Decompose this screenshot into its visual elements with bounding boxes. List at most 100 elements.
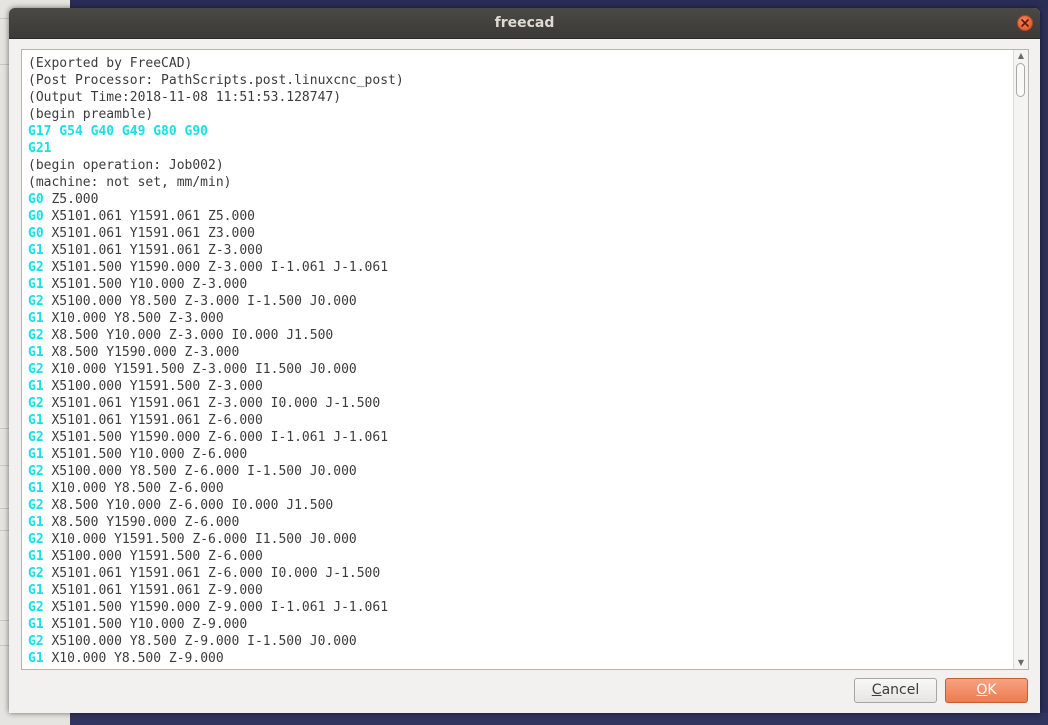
gcode-command: G2 [28,634,44,649]
gcode-command: G2 [28,294,44,309]
gcode-params: X8.500 Y1590.000 Z-3.000 [43,345,240,360]
gcode-command: G2 [28,464,44,479]
code-line: G1 X5101.061 Y1591.061 Z-3.000 [28,242,1013,259]
code-line: G2 X8.500 Y10.000 Z-6.000 I0.000 J1.500 [28,497,1013,514]
gcode-params: (begin operation: Job002) [28,158,224,173]
gcode-params: X5100.000 Y8.500 Z-6.000 I-1.500 J0.000 [43,464,357,479]
gcode-command: G0 [28,209,44,224]
code-line: (begin preamble) [28,106,1013,123]
gcode-params: X10.000 Y8.500 Z-9.000 [43,651,224,666]
close-icon [1021,19,1029,27]
gcode-command: G2 [28,362,44,377]
gcode-params: X5101.500 Y10.000 Z-9.000 [43,617,248,632]
desktop-background-bottom [70,713,1048,725]
gcode-command: G2 [28,498,44,513]
gcode-params: X8.500 Y10.000 Z-3.000 I0.000 J1.500 [43,328,334,343]
cancel-button[interactable]: Cancel [854,678,937,703]
code-line: G2 X5100.000 Y8.500 Z-6.000 I-1.500 J0.0… [28,463,1013,480]
code-line: G0 X5101.061 Y1591.061 Z3.000 [28,225,1013,242]
gcode-command: G1 [28,413,44,428]
gcode-command: G1 [28,617,44,632]
code-line: G2 X10.000 Y1591.500 Z-3.000 I1.500 J0.0… [28,361,1013,378]
gcode-params: X8.500 Y10.000 Z-9.000 I0.000 J1.500 [44,668,333,669]
gcode-command: G1 [28,345,44,360]
gcode-command: G2 [28,260,44,275]
code-line: G2 X5101.500 Y1590.000 Z-3.000 I-1.061 J… [28,259,1013,276]
gcode-command: G2 [28,668,44,669]
gcode-command: G1 [28,243,44,258]
code-line: G2 X5100.000 Y8.500 Z-3.000 I-1.500 J0.0… [28,293,1013,310]
gcode-params: X8.500 Y10.000 Z-6.000 I0.000 J1.500 [43,498,334,513]
gcode-params: (begin preamble) [28,107,154,122]
code-line: G2 X8.500 Y10.000 Z-3.000 I0.000 J1.500 [28,327,1013,344]
code-line: G1 X5101.061 Y1591.061 Z-6.000 [28,412,1013,429]
gcode-command: G0 [28,192,44,207]
gcode-text: (Exported by FreeCAD) (Post Processor: Pa… [28,55,1013,669]
title-bar[interactable]: freecad [9,8,1040,39]
code-line: G2 X8.500 Y10.000 Z-9.000 I0.000 J1.500 [28,667,1013,669]
gcode-params: X5101.061 Y1591.061 Z-6.000 I0.000 J-1.5… [43,566,381,581]
arrow-up-icon[interactable]: ▲ [1014,50,1028,62]
code-line: (Exported by FreeCAD) [28,55,1013,72]
gcode-params: X10.000 Y1591.500 Z-3.000 I1.500 J0.000 [43,362,357,377]
code-line: G0 Z5.000 [28,191,1013,208]
gcode-params: X5100.000 Y8.500 Z-3.000 I-1.500 J0.000 [43,294,357,309]
gcode-command: G1 [28,379,44,394]
code-line: G1 X10.000 Y8.500 Z-6.000 [28,480,1013,497]
code-line: G1 X8.500 Y1590.000 Z-3.000 [28,344,1013,361]
gcode-command: G1 [28,651,44,666]
gcode-command: G2 [28,328,44,343]
gcode-params: X5100.000 Y1591.500 Z-6.000 [43,549,263,564]
code-line: G21 [28,140,1013,157]
gcode-command: G2 [28,532,44,547]
close-button[interactable] [1017,15,1033,31]
gcode-command: G1 [28,515,44,530]
code-line: G1 X5101.500 Y10.000 Z-6.000 [28,446,1013,463]
code-line: G1 X5101.500 Y10.000 Z-9.000 [28,616,1013,633]
gcode-params: X10.000 Y1591.500 Z-6.000 I1.500 J0.000 [43,532,357,547]
gcode-params: X10.000 Y8.500 Z-6.000 [43,481,224,496]
gcode-params: X5101.061 Y1591.061 Z-6.000 [43,413,263,428]
gcode-params: X10.000 Y8.500 Z-3.000 [43,311,224,326]
code-line: G1 X10.000 Y8.500 Z-3.000 [28,310,1013,327]
window-title: freecad [494,15,555,31]
gcode-command: G17 G54 G40 G49 G80 G90 [28,124,209,139]
code-line: G2 X5101.061 Y1591.061 Z-3.000 I0.000 J-… [28,395,1013,412]
code-line: G17 G54 G40 G49 G80 G90 [28,123,1013,140]
gcode-output-textarea[interactable]: (Exported by FreeCAD) (Post Processor: Pa… [21,49,1029,670]
gcode-params: X5101.061 Y1591.061 Z-9.000 [43,583,263,598]
scrollbar-thumb[interactable] [1016,63,1025,97]
gcode-params: X5101.500 Y1590.000 Z-9.000 I-1.061 J-1.… [43,600,389,615]
code-line: (machine: not set, mm/min) [28,174,1013,191]
gcode-params: X5101.500 Y10.000 Z-6.000 [43,447,248,462]
gcode-command: G2 [28,430,44,445]
code-line: G2 X5101.500 Y1590.000 Z-6.000 I-1.061 J… [28,429,1013,446]
gcode-params: X5101.500 Y10.000 Z-3.000 [43,277,248,292]
code-line: G1 X8.500 Y1590.000 Z-6.000 [28,514,1013,531]
gcode-params: X5100.000 Y1591.500 Z-3.000 [43,379,263,394]
cancel-button-label: Cancel [871,682,920,698]
gcode-params: (Post Processor: PathScripts.post.linuxc… [28,73,404,88]
gcode-command: G2 [28,566,44,581]
ok-button[interactable]: OK [945,678,1028,703]
gcode-command: G1 [28,447,44,462]
gcode-params: (machine: not set, mm/min) [28,175,232,190]
gcode-params: X5100.000 Y8.500 Z-9.000 I-1.500 J0.000 [43,634,357,649]
code-line: G1 X10.000 Y8.500 Z-9.000 [28,650,1013,667]
code-line: G1 X5101.061 Y1591.061 Z-9.000 [28,582,1013,599]
gcode-command: G1 [28,583,44,598]
gcode-command: G1 [28,549,44,564]
gcode-params: (Output Time:2018-11-08 11:51:53.128747) [28,90,342,105]
gcode-command: G1 [28,277,44,292]
gcode-params: (Exported by FreeCAD) [28,56,193,71]
gcode-params: X5101.061 Y1591.061 Z3.000 [43,226,255,241]
vertical-scrollbar[interactable]: ▲ ▼ [1013,50,1028,669]
arrow-down-icon[interactable]: ▼ [1014,657,1028,669]
gcode-command: G21 [28,141,52,156]
code-line: G2 X10.000 Y1591.500 Z-6.000 I1.500 J0.0… [28,531,1013,548]
gcode-params: X5101.061 Y1591.061 Z-3.000 [43,243,263,258]
code-line: G1 X5100.000 Y1591.500 Z-6.000 [28,548,1013,565]
gcode-command: G1 [28,311,44,326]
code-line: G2 X5101.500 Y1590.000 Z-9.000 I-1.061 J… [28,599,1013,616]
gcode-params: X8.500 Y1590.000 Z-6.000 [43,515,240,530]
